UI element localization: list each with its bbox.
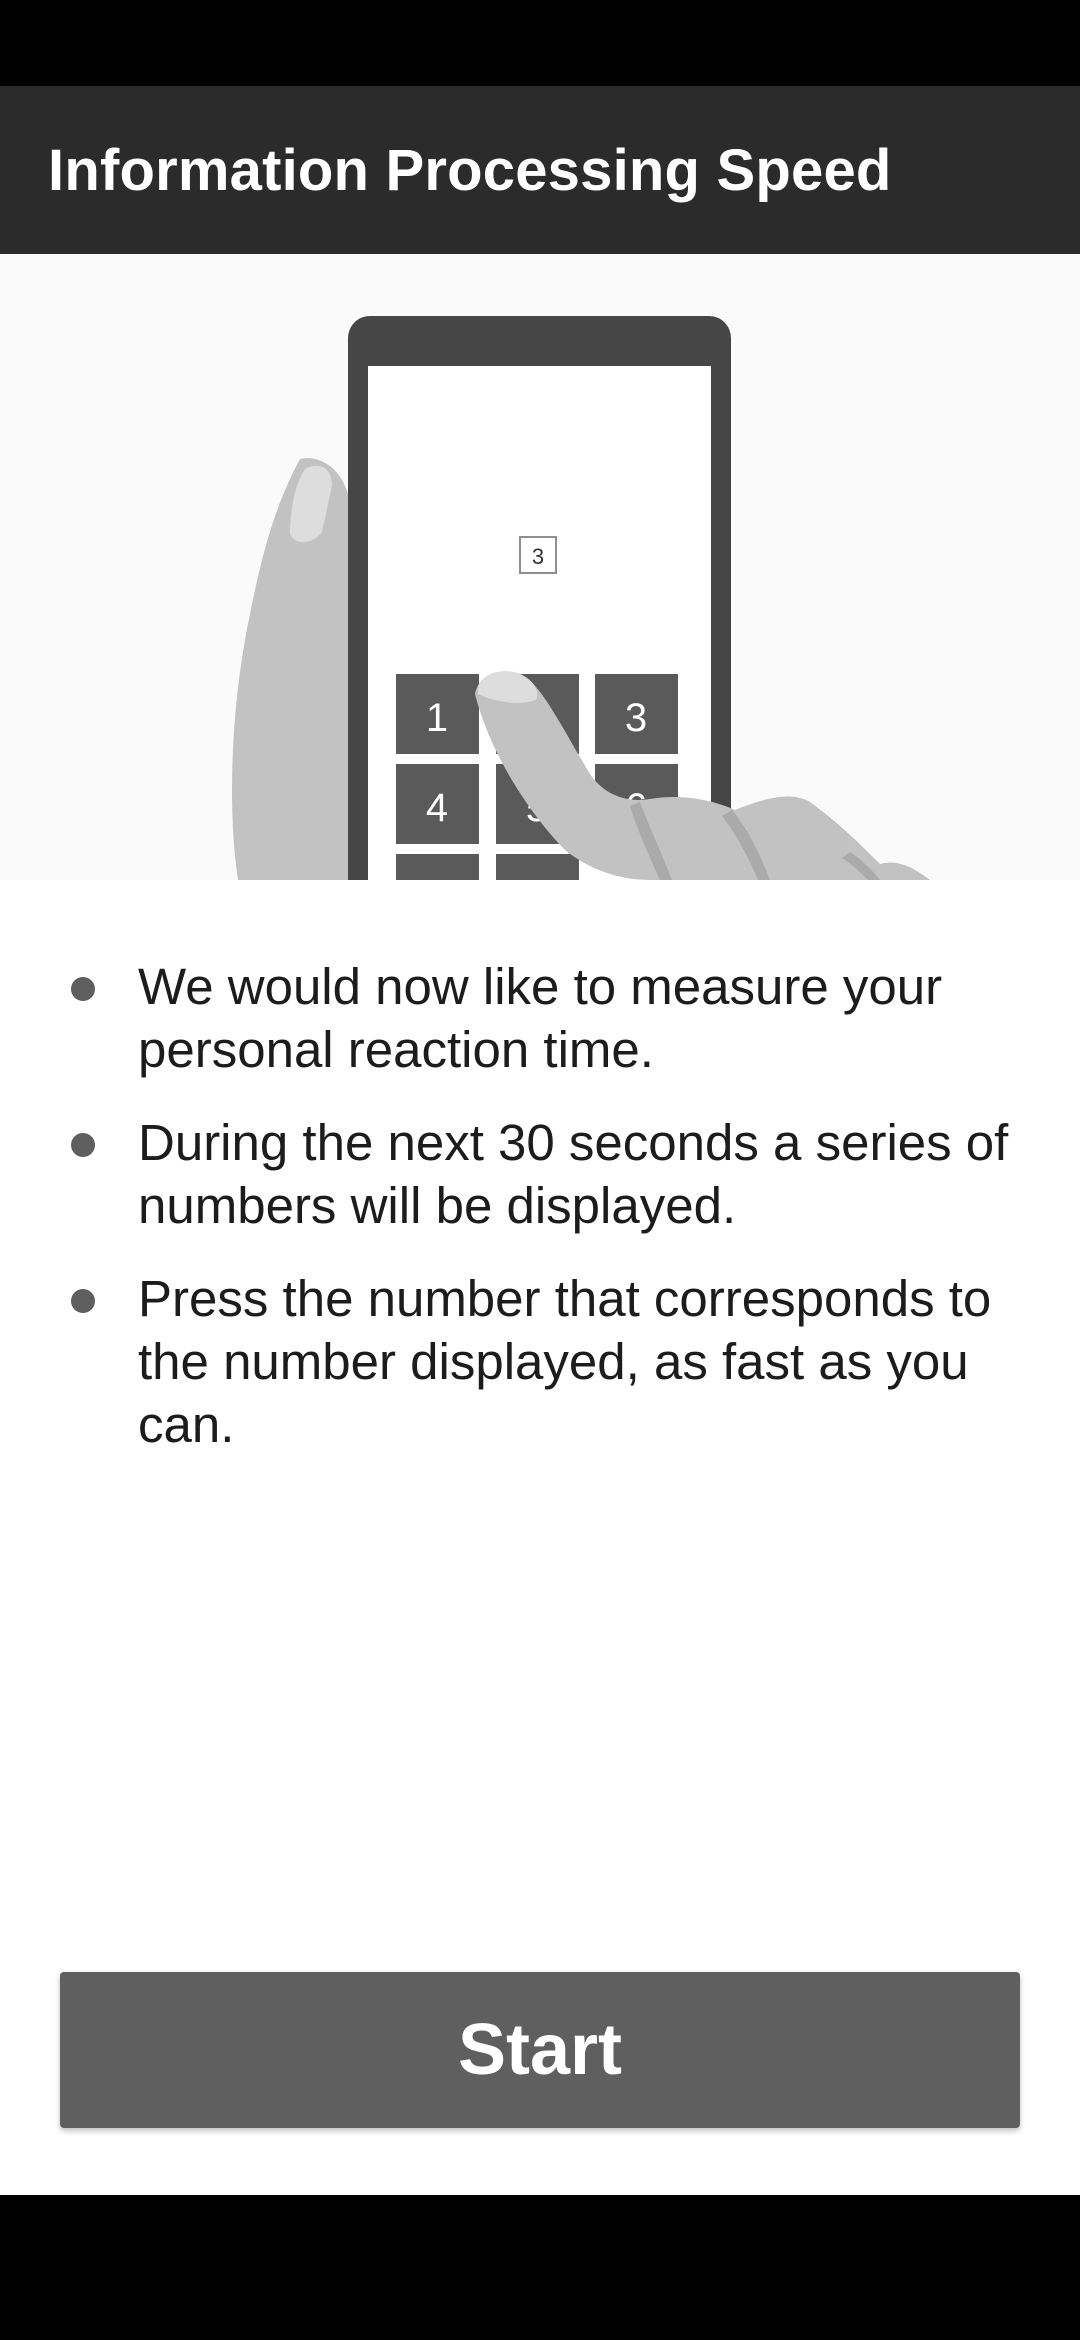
start-button-label: Start xyxy=(457,2010,623,2090)
keypad-key-8 xyxy=(496,854,579,880)
bullet-icon xyxy=(71,1133,95,1157)
illustration-svg: 3 1 2 3 4 5 6 xyxy=(232,316,930,880)
instruction-text: Press the number that corresponds to the… xyxy=(138,1270,992,1453)
keypad-label-3: 3 xyxy=(625,696,647,740)
instruction-list: We would now like to measure your person… xyxy=(0,955,1080,1486)
instruction-text: During the next 30 seconds a series of n… xyxy=(138,1114,1009,1234)
app-bar: Information Processing Speed xyxy=(0,86,1080,254)
bullet-icon xyxy=(71,977,95,1001)
navigation-bar xyxy=(0,2195,1080,2340)
displayed-number: 3 xyxy=(532,544,544,569)
phone-tapping-illustration: 3 1 2 3 4 5 6 xyxy=(0,254,1080,880)
status-bar xyxy=(0,0,1080,86)
instruction-item: Press the number that corresponds to the… xyxy=(0,1267,1080,1456)
instruction-text: We would now like to measure your person… xyxy=(138,958,943,1078)
keypad-label-4: 4 xyxy=(426,786,448,830)
bullet-icon xyxy=(71,1289,95,1313)
keypad-label-1: 1 xyxy=(426,696,448,740)
start-button[interactable]: Start xyxy=(60,1972,1020,2128)
instruction-item: During the next 30 seconds a series of n… xyxy=(0,1111,1080,1237)
instruction-item: We would now like to measure your person… xyxy=(0,955,1080,1081)
keypad-key-7 xyxy=(396,854,479,880)
page-title: Information Processing Speed xyxy=(48,137,892,203)
